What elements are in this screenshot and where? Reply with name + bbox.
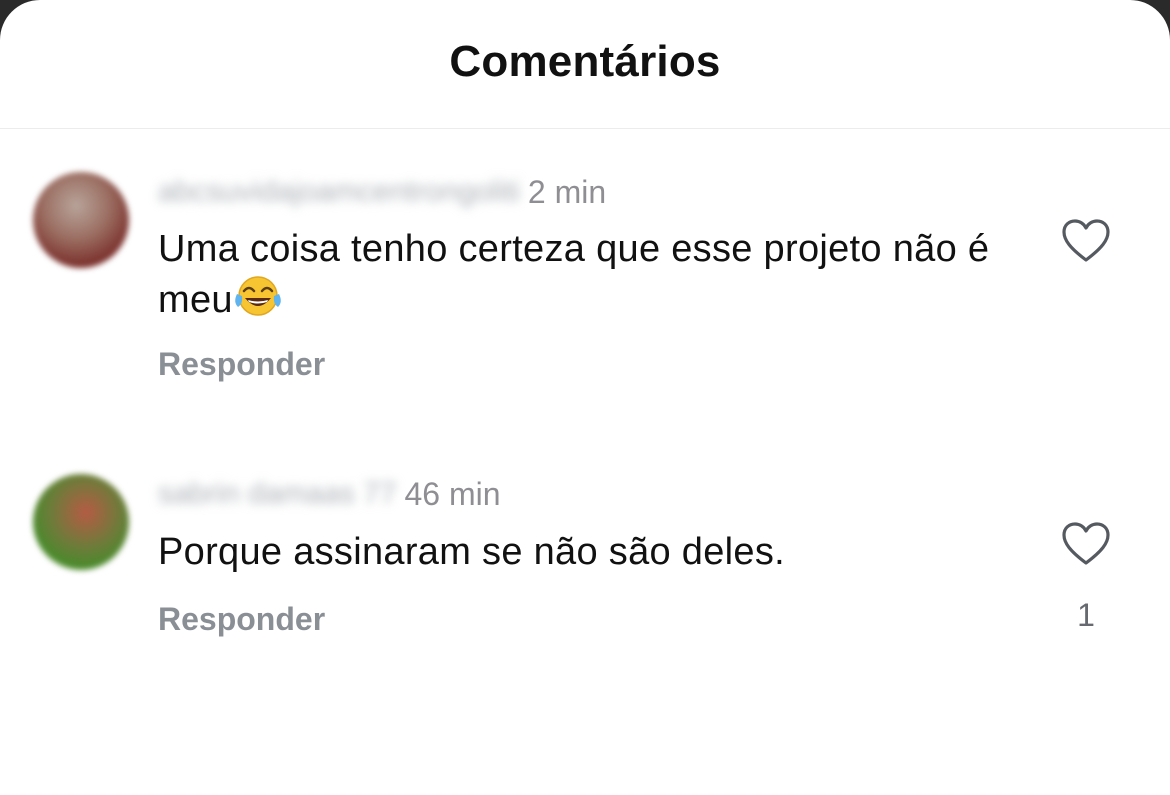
comment-username[interactable]: sabrin damaas 77 — [158, 477, 396, 511]
comment-text: Porque assinaram se não são deles. — [158, 527, 1038, 577]
page-title: Comentários — [449, 37, 721, 86]
reply-button[interactable]: Responder — [158, 601, 325, 638]
like-count: 1 — [1077, 597, 1095, 633]
comments-header: Comentários — [0, 0, 1170, 129]
reply-button[interactable]: Responder — [158, 346, 325, 383]
face-with-tears-of-joy-icon — [235, 276, 281, 316]
heart-outline-icon[interactable] — [1060, 218, 1112, 264]
comment-username[interactable]: abcsuvidajoamcentrongoliti — [158, 175, 520, 209]
comment-timestamp: 46 min — [404, 475, 501, 512]
avatar[interactable] — [33, 172, 129, 268]
comment-body: Porque assinaram se não são deles. — [158, 531, 786, 573]
heart-outline-icon[interactable] — [1060, 521, 1112, 567]
comment-timestamp: 2 min — [527, 173, 607, 210]
comment-meta: abcsuvidajoamcentrongoliti 2 min — [158, 172, 606, 212]
avatar[interactable] — [33, 474, 129, 570]
comments-sheet: Comentários abcsuvidajoamcentrongoliti 2… — [0, 0, 1170, 795]
comment-text: Uma coisa tenho certeza que esse projeto… — [158, 224, 1038, 325]
comment-meta: sabrin damaas 77 46 min — [158, 474, 501, 514]
